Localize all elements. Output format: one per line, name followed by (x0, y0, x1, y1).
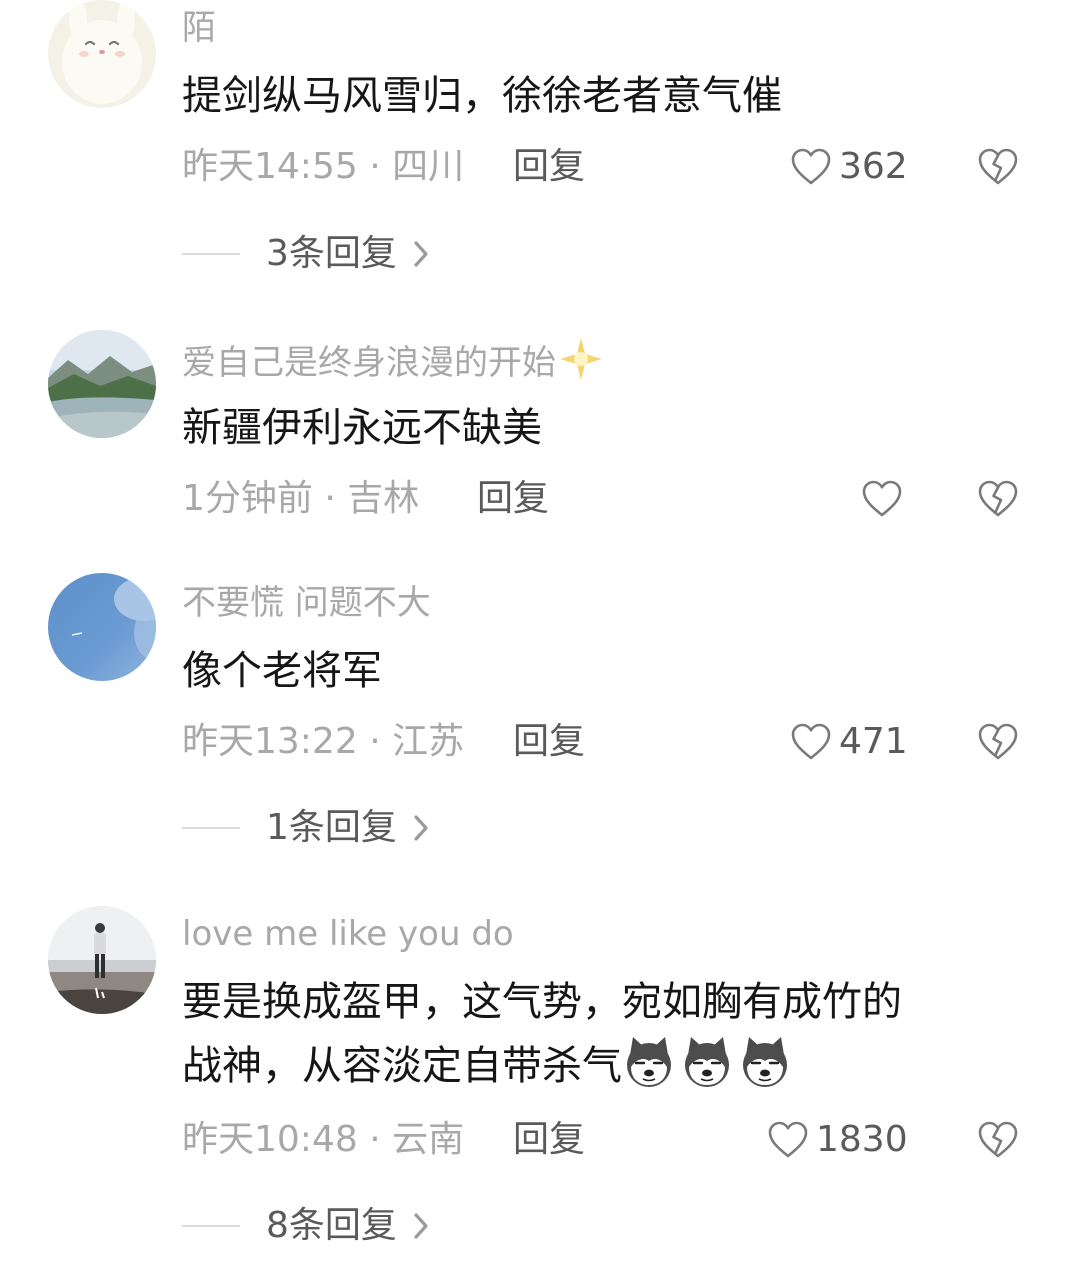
divider-line (182, 253, 240, 255)
comment-time-location: 昨天13:22 · 江苏 (182, 721, 465, 762)
reply-button[interactable]: 回复 (513, 1117, 585, 1163)
chevron-right-icon (411, 1211, 431, 1241)
comment-time-location: 1分钟前 · 吉林 (182, 478, 420, 519)
comment-item: love me like you do 要是换成盔甲，这气势，宛如胸有成竹的 战… (0, 906, 1080, 1276)
sparkle-icon (558, 336, 604, 393)
dislike-button[interactable] (976, 1117, 1020, 1163)
chevron-right-icon (411, 813, 431, 843)
reply-button[interactable]: 回复 (477, 476, 549, 522)
replies-count-label: 8条回复 (266, 1205, 397, 1246)
reply-button[interactable]: 回复 (513, 719, 585, 765)
username-text: 爱自己是终身浪漫的开始 (182, 343, 556, 383)
husky-emoji (738, 1035, 792, 1089)
like-count: 1830 (816, 1119, 908, 1160)
comment-text-line: 要是换成盔甲，这气势，宛如胸有成竹的 (182, 979, 902, 1025)
username[interactable]: love me like you do (182, 912, 514, 956)
reply-button[interactable]: 回复 (513, 144, 585, 190)
dislike-button[interactable] (976, 719, 1020, 765)
avatar[interactable] (48, 906, 156, 1014)
chevron-right-icon (411, 239, 431, 269)
comment-item: 不要慌 问题不大 像个老将军 昨天13:22 · 江苏 回复 471 1条回复 (0, 573, 1080, 873)
replies-count-label: 3条回复 (266, 233, 397, 274)
username[interactable]: 爱自己是终身浪漫的开始 (182, 336, 604, 393)
heart-outline-icon (860, 477, 904, 521)
comment-text: 像个老将军 (182, 648, 382, 694)
replies-count-label: 1条回复 (266, 807, 397, 848)
like-count: 362 (839, 146, 908, 187)
like-button[interactable]: 471 (789, 719, 908, 765)
like-count: 471 (839, 721, 908, 762)
husky-emoji (680, 1035, 734, 1089)
comment-text: 新疆伊利永远不缺美 (182, 405, 542, 451)
heart-outline-icon (789, 145, 833, 189)
broken-heart-icon (976, 720, 1020, 764)
comment-item: 陌 提剑纵马风雪归，徐徐老者意气催 昨天14:55 · 四川 回复 362 3条… (0, 0, 1080, 300)
comment-time-location: 昨天10:48 · 云南 (182, 1119, 465, 1160)
divider-line (182, 1225, 240, 1227)
heart-outline-icon (789, 720, 833, 764)
broken-heart-icon (976, 1118, 1020, 1162)
broken-heart-icon (976, 145, 1020, 189)
comment-time-location: 昨天14:55 · 四川 (182, 146, 465, 187)
like-button[interactable] (860, 476, 904, 522)
like-button[interactable]: 362 (789, 144, 908, 190)
comment-text: 要是换成盔甲，这气势，宛如胸有成竹的 战神，从容淡定自带杀气 (182, 970, 1012, 1098)
broken-heart-icon (976, 477, 1020, 521)
view-replies-button[interactable]: 3条回复 (182, 231, 431, 277)
dislike-button[interactable] (976, 144, 1020, 190)
husky-emoji (622, 1035, 676, 1089)
comment-item: 爱自己是终身浪漫的开始 新疆伊利永远不缺美 1分钟前 · 吉林 回复 (0, 330, 1080, 530)
view-replies-button[interactable]: 8条回复 (182, 1203, 431, 1249)
view-replies-button[interactable]: 1条回复 (182, 805, 431, 851)
username[interactable]: 陌 (182, 6, 216, 50)
comment-text-line: 战神，从容淡定自带杀气 (182, 1034, 1012, 1098)
avatar[interactable] (48, 0, 156, 108)
comment-text: 提剑纵马风雪归，徐徐老者意气催 (182, 73, 782, 119)
username[interactable]: 不要慌 问题不大 (182, 581, 431, 625)
avatar[interactable] (48, 573, 156, 681)
heart-outline-icon (766, 1118, 810, 1162)
divider-line (182, 827, 240, 829)
dislike-button[interactable] (976, 476, 1020, 522)
like-button[interactable]: 1830 (766, 1117, 908, 1163)
avatar[interactable] (48, 330, 156, 438)
